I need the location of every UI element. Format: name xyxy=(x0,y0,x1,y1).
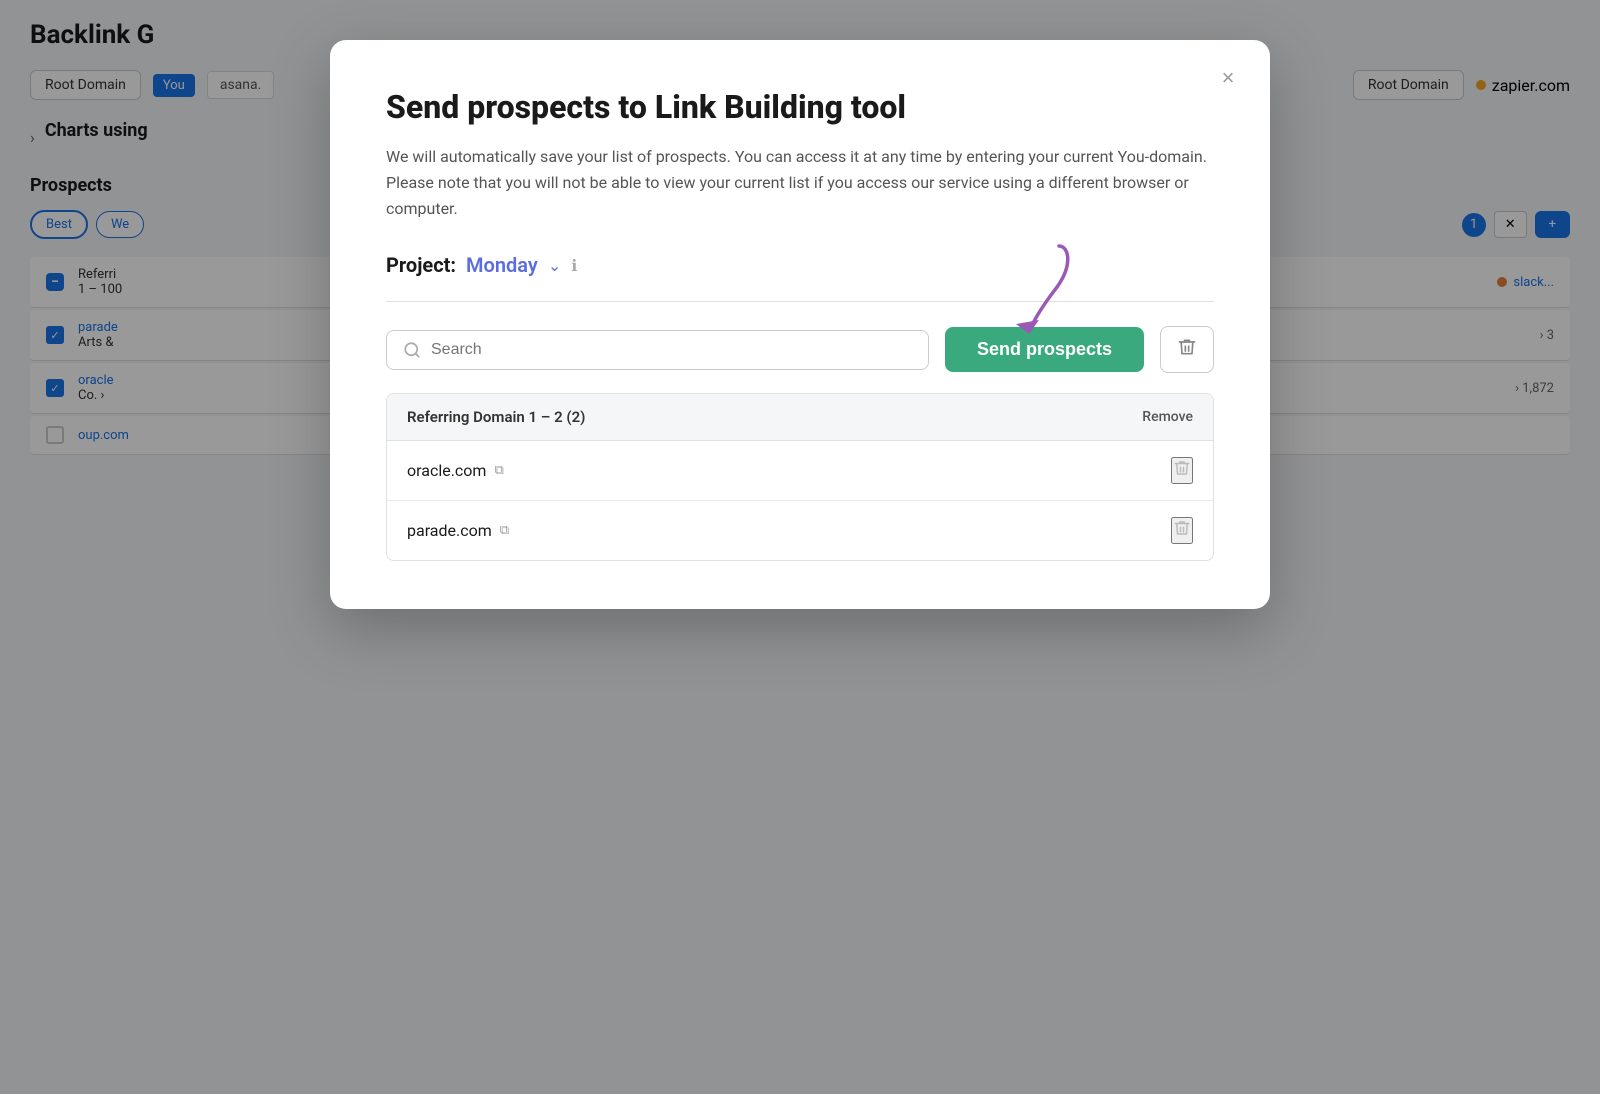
search-box xyxy=(386,330,929,370)
prospects-list-header: Referring Domain 1 – 2 (2) Remove xyxy=(387,394,1213,441)
prospects-remove-label: Remove xyxy=(1142,409,1193,425)
prospect-delete-button-1[interactable] xyxy=(1171,517,1193,544)
modal-overlay: × Send prospects to Link Building tool W… xyxy=(0,0,1600,1094)
prospect-domain-text-0: oracle.com xyxy=(407,461,486,480)
prospect-delete-button-0[interactable] xyxy=(1171,457,1193,484)
search-send-row: Send prospects xyxy=(386,326,1214,373)
delete-button[interactable] xyxy=(1160,326,1214,373)
modal-description: We will automatically save your list of … xyxy=(386,144,1214,221)
prospect-row-1: parade.com ⧉ xyxy=(387,501,1213,560)
close-icon: × xyxy=(1222,65,1235,91)
prospects-count-label: Referring Domain 1 – 2 (2) xyxy=(407,408,585,426)
modal-title: Send prospects to Link Building tool xyxy=(386,88,1214,126)
info-icon[interactable]: ℹ xyxy=(571,256,577,275)
prospect-domain-0: oracle.com ⧉ xyxy=(407,461,504,480)
prospect-domain-1: parade.com ⧉ xyxy=(407,521,509,540)
prospects-list: Referring Domain 1 – 2 (2) Remove oracle… xyxy=(386,393,1214,561)
search-input[interactable] xyxy=(431,341,912,359)
modal-container: × Send prospects to Link Building tool W… xyxy=(330,40,1270,609)
prospect-domain-text-1: parade.com xyxy=(407,521,492,540)
external-link-icon-0: ⧉ xyxy=(494,463,503,478)
send-prospects-button[interactable]: Send prospects xyxy=(945,327,1144,372)
project-value[interactable]: Monday xyxy=(466,253,538,277)
prospect-row-0: oracle.com ⧉ xyxy=(387,441,1213,501)
search-icon xyxy=(403,341,421,359)
modal-close-button[interactable]: × xyxy=(1210,60,1246,96)
project-label: Project: xyxy=(386,253,456,277)
trash-icon xyxy=(1177,337,1197,362)
chevron-down-icon[interactable]: ⌄ xyxy=(548,256,561,275)
project-row: Project: Monday ⌄ ℹ xyxy=(386,253,1214,277)
external-link-icon-1: ⧉ xyxy=(500,523,509,538)
modal-divider xyxy=(386,301,1214,302)
